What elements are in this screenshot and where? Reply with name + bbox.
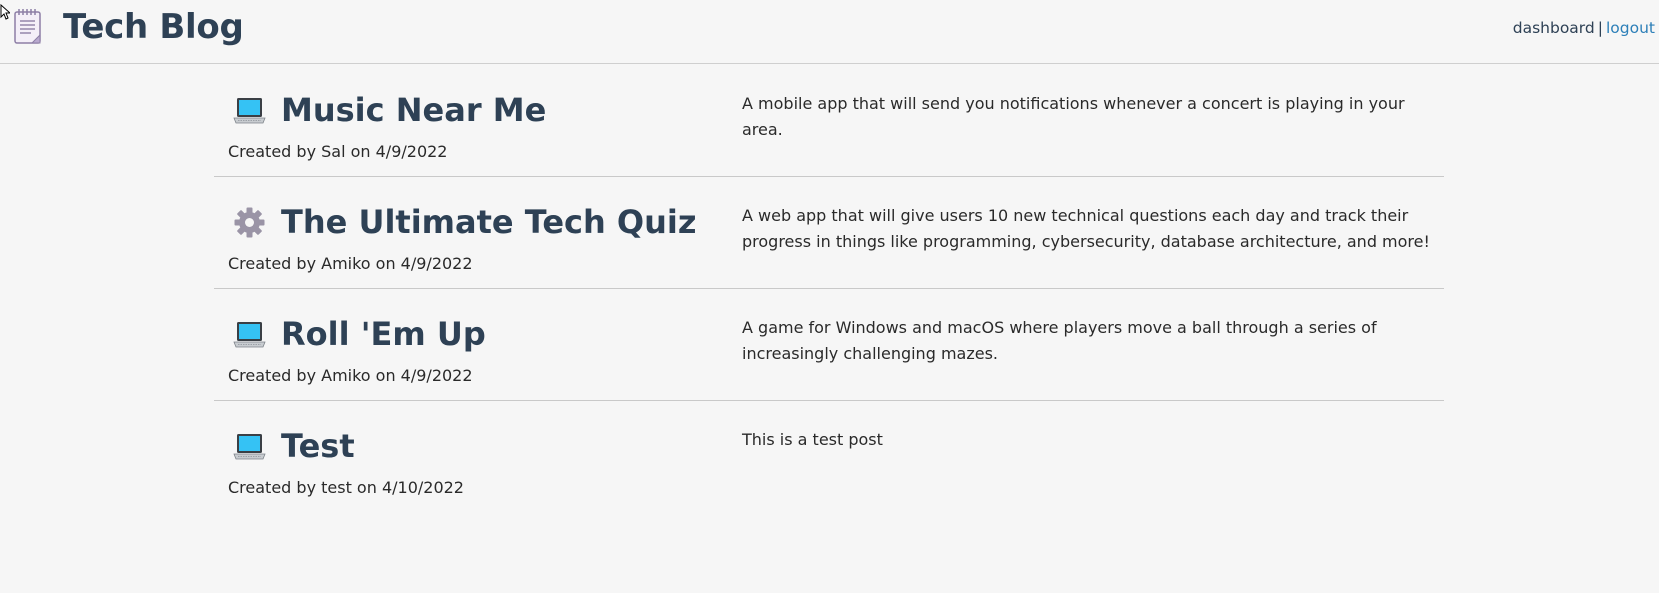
gear-icon (234, 207, 265, 238)
post-item[interactable]: Roll 'Em Up Created by Amiko on 4/9/2022… (214, 289, 1444, 401)
post-item[interactable]: Music Near Me Created by Sal on 4/9/2022… (214, 65, 1444, 177)
post-meta: Created by Amiko on 4/9/2022 (228, 254, 473, 273)
top-nav: dashboard | logout (1513, 18, 1655, 38)
mouse-cursor-icon (0, 4, 10, 20)
post-title[interactable]: Test (281, 425, 355, 467)
laptop-icon (233, 98, 266, 124)
post-title[interactable]: The Ultimate Tech Quiz (281, 201, 697, 243)
notepad-icon (14, 9, 41, 44)
post-description: A web app that will give users 10 new te… (742, 206, 1430, 251)
post-list: Music Near Me Created by Sal on 4/9/2022… (214, 65, 1444, 513)
dashboard-link[interactable]: dashboard (1513, 19, 1595, 37)
post-description: A mobile app that will send you notifica… (742, 94, 1405, 139)
laptop-icon (233, 322, 266, 348)
post-meta: Created by Sal on 4/9/2022 (228, 142, 448, 161)
post-description: A game for Windows and macOS where playe… (742, 318, 1377, 363)
nav-separator: | (1597, 19, 1603, 37)
post-meta: Created by test on 4/10/2022 (228, 478, 464, 497)
post-item[interactable]: Test Created by test on 4/10/2022 This i… (214, 401, 1444, 513)
post-title[interactable]: Music Near Me (281, 89, 546, 131)
post-description: This is a test post (742, 430, 883, 449)
site-title[interactable]: Tech Blog (63, 2, 244, 52)
post-item[interactable]: The Ultimate Tech Quiz Created by Amiko … (214, 177, 1444, 289)
post-title[interactable]: Roll 'Em Up (281, 313, 486, 355)
site-header: Tech Blog dashboard | logout (0, 0, 1659, 64)
laptop-icon (233, 434, 266, 460)
post-meta: Created by Amiko on 4/9/2022 (228, 366, 473, 385)
logout-link[interactable]: logout (1606, 19, 1655, 37)
